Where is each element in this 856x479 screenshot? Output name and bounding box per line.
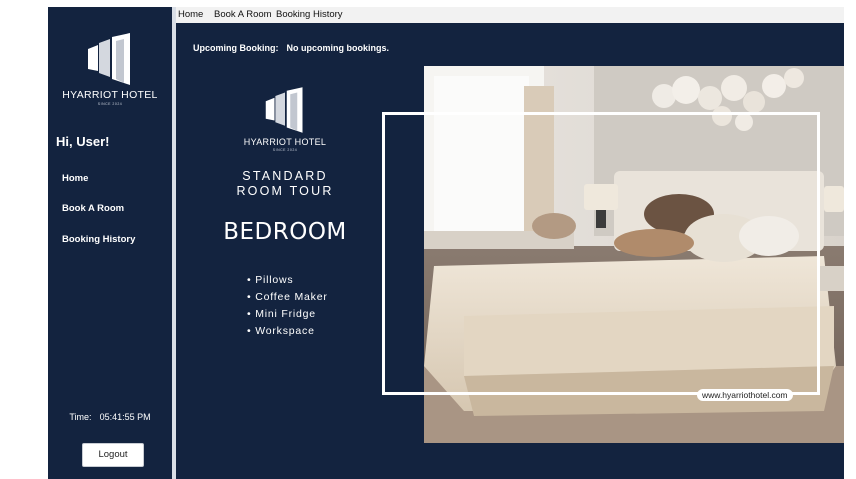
logout-button[interactable]: Logout (82, 443, 144, 467)
banner-logo-since: SINCE 2024 (272, 148, 298, 152)
banner-logo: HYARRIOT HOTEL SINCE 2024 (233, 86, 337, 152)
sidebar-logo: HYARRIOT HOTEL SINCE 2024 (48, 33, 172, 106)
time-label: Time: (69, 412, 92, 422)
room-name: BEDROOM (223, 219, 347, 245)
tab-booking-history[interactable]: Booking History (276, 9, 343, 20)
tab-book-a-room[interactable]: Book A Room (214, 9, 272, 20)
tab-home[interactable]: Home (178, 9, 203, 20)
hotel-buildings-icon (265, 87, 303, 133)
amenity-item: Workspace (247, 325, 328, 342)
sidebar: HYARRIOT HOTEL SINCE 2024 Hi, User! Home… (48, 7, 172, 479)
logo-since: SINCE 2024 (97, 102, 123, 106)
tab-bar: Home Book A Room Booking History (176, 7, 844, 23)
hotel-buildings-icon (88, 33, 130, 85)
tour-line-2: ROOM TOUR (236, 184, 334, 198)
greeting: Hi, User! (56, 134, 110, 149)
amenity-item: Coffee Maker (247, 291, 328, 308)
upcoming-value: No upcoming bookings. (286, 43, 390, 53)
sidebar-item-home[interactable]: Home (62, 173, 88, 184)
upcoming-label: Upcoming Booking: (193, 43, 279, 53)
room-tour-banner: www.hyarriothotel.com HYARRIOT HOTEL SIN… (176, 66, 844, 443)
photo-frame (382, 112, 820, 395)
amenities-list: Pillows Coffee Maker Mini Fridge Workspa… (247, 274, 328, 342)
logo-name: HYARRIOT HOTEL (62, 89, 158, 101)
sidebar-item-booking-history[interactable]: Booking History (62, 234, 135, 245)
main-content: Upcoming Booking: No upcoming bookings. (176, 23, 844, 479)
amenity-item: Mini Fridge (247, 308, 328, 325)
banner-logo-name: HYARRIOT HOTEL (243, 137, 327, 147)
tour-line-1: STANDARD (242, 169, 328, 183)
upcoming-booking: Upcoming Booking: No upcoming bookings. (193, 43, 389, 53)
amenity-item: Pillows (247, 274, 328, 291)
tour-heading: STANDARD ROOM TOUR (221, 169, 349, 199)
website-badge: www.hyarriothotel.com (697, 389, 793, 401)
sidebar-item-book-a-room[interactable]: Book A Room (62, 203, 124, 214)
time-value: 05:41:55 PM (99, 412, 151, 422)
clock: Time: 05:41:55 PM (48, 412, 172, 422)
